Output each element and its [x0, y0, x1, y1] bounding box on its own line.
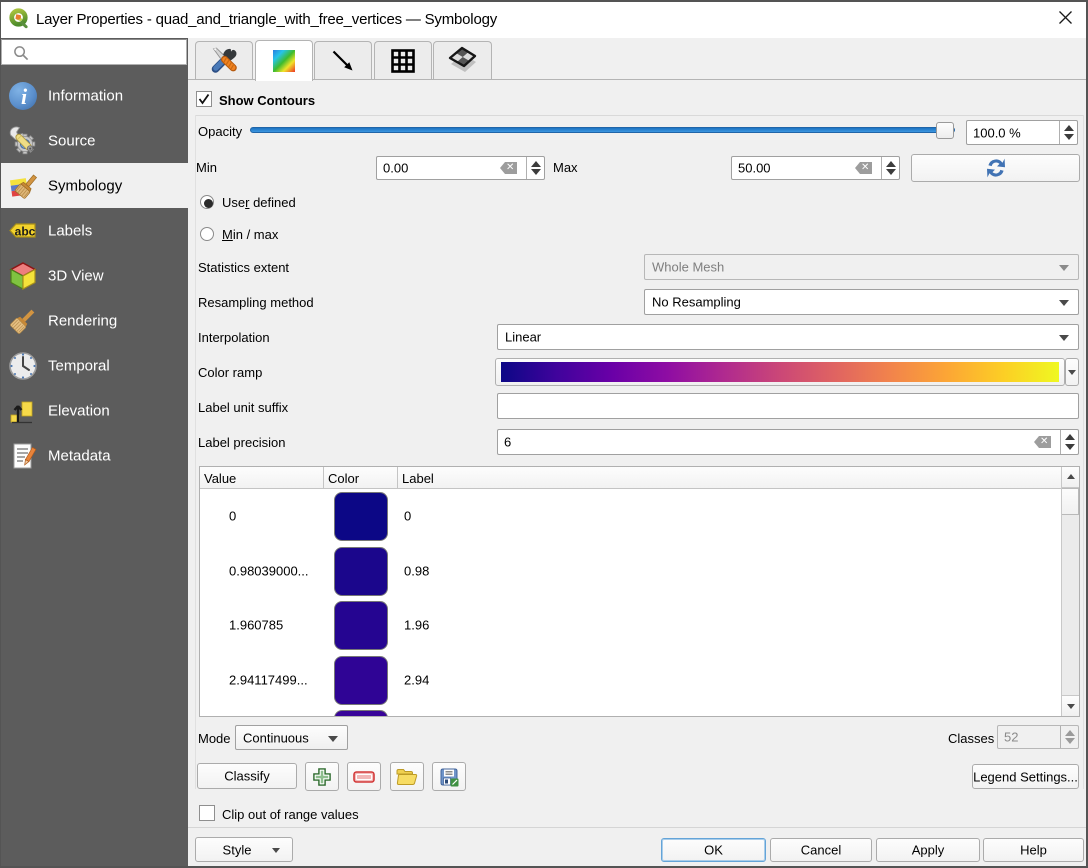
svg-text:i: i: [21, 84, 28, 109]
svg-text:abc: abc: [15, 224, 36, 238]
